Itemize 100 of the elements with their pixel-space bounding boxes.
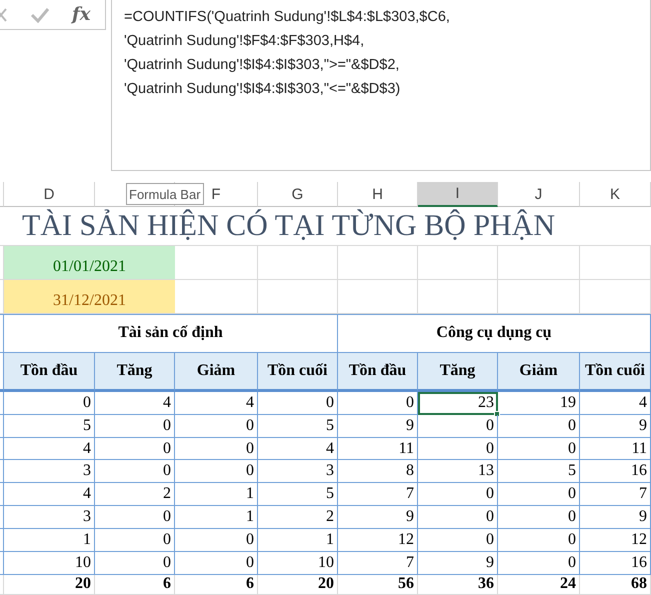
table-cell[interactable]: 0 xyxy=(418,438,498,460)
table-cell[interactable]: 0 xyxy=(95,552,175,576)
table-cell[interactable]: 13 xyxy=(418,460,498,484)
table-cell[interactable]: 0 xyxy=(4,392,95,415)
table-cell[interactable]: 0 xyxy=(498,438,580,460)
table-cell[interactable]: 4 xyxy=(258,438,338,460)
table-cell[interactable]: 0 xyxy=(95,414,175,438)
column-header[interactable]: G xyxy=(258,182,338,208)
table-cell[interactable]: 0 xyxy=(175,438,258,460)
column-heading: Tăng xyxy=(95,352,175,392)
table-cell[interactable]: 16 xyxy=(580,460,651,484)
table-cell[interactable]: 0 xyxy=(498,506,580,530)
table-cell[interactable]: 1 xyxy=(175,506,258,530)
table-cell[interactable]: 0 xyxy=(95,460,175,484)
empty-cell[interactable] xyxy=(498,246,580,280)
empty-cell[interactable] xyxy=(498,280,580,314)
column-heading: Giảm xyxy=(175,352,258,392)
table-cell[interactable]: 0 xyxy=(175,552,258,576)
table-cell[interactable]: 7 xyxy=(338,552,418,576)
table-cell[interactable]: 0 xyxy=(95,438,175,460)
empty-cell[interactable] xyxy=(418,246,498,280)
table-cell[interactable]: 2 xyxy=(95,483,175,506)
table-cell[interactable]: 8 xyxy=(338,460,418,484)
column-header[interactable]: D xyxy=(4,182,95,208)
table-cell[interactable]: 0 xyxy=(498,552,580,576)
table-cell[interactable]: 1 xyxy=(4,529,95,552)
table-cell[interactable]: 0 xyxy=(418,483,498,506)
table-cell[interactable]: 0 xyxy=(258,392,338,415)
table-cell[interactable]: 9 xyxy=(580,506,651,530)
table-cell[interactable]: 0 xyxy=(498,529,580,552)
table-cell[interactable]: 9 xyxy=(580,414,651,438)
table-cell[interactable]: 0 xyxy=(175,460,258,484)
table-cell[interactable]: 1 xyxy=(175,483,258,506)
table-cell[interactable]: 6 xyxy=(95,575,175,595)
sheet-title: TÀI SẢN HIỆN CÓ TẠI TỪNG BỘ PHẬN xyxy=(22,209,555,244)
table-cell[interactable]: 7 xyxy=(338,483,418,506)
column-heading: Giảm xyxy=(498,352,580,392)
table-cell[interactable]: 0 xyxy=(498,483,580,506)
table-cell[interactable]: 5 xyxy=(4,414,95,438)
table-cell[interactable]: 1 xyxy=(258,529,338,552)
table-cell[interactable]: 9 xyxy=(418,552,498,576)
column-heading: Tăng xyxy=(418,352,498,392)
table-cell[interactable]: 10 xyxy=(4,552,95,576)
table-cell[interactable]: 19 xyxy=(498,392,580,415)
table-cell[interactable]: 23 xyxy=(418,392,498,415)
table-cell[interactable]: 0 xyxy=(95,529,175,552)
empty-cell[interactable] xyxy=(418,280,498,314)
table-cell[interactable]: 16 xyxy=(580,552,651,576)
column-header[interactable]: H xyxy=(338,182,418,208)
table-cell[interactable]: 56 xyxy=(338,575,418,595)
function-icon[interactable]: fx xyxy=(72,4,90,25)
empty-cell[interactable] xyxy=(338,280,418,314)
table-cell[interactable]: 12 xyxy=(580,529,651,552)
table-cell[interactable]: 20 xyxy=(4,575,95,595)
table-cell[interactable]: 4 xyxy=(175,392,258,415)
table-cell[interactable]: 4 xyxy=(4,483,95,506)
table-cell[interactable]: 11 xyxy=(580,438,651,460)
table-cell[interactable]: 3 xyxy=(4,506,95,530)
column-header[interactable]: I xyxy=(418,182,498,208)
table-cell[interactable]: 0 xyxy=(175,414,258,438)
table-cell[interactable]: 0 xyxy=(418,414,498,438)
table-cell[interactable]: 0 xyxy=(418,506,498,530)
date-cell: 31/12/2021 xyxy=(4,280,175,314)
table-cell[interactable]: 5 xyxy=(258,414,338,438)
close-icon[interactable] xyxy=(0,8,8,22)
table-cell[interactable]: 0 xyxy=(498,414,580,438)
table-cell[interactable]: 0 xyxy=(175,529,258,552)
table-cell[interactable]: 11 xyxy=(338,438,418,460)
empty-cell[interactable] xyxy=(338,246,418,280)
column-header[interactable]: K xyxy=(580,182,651,208)
empty-cell[interactable] xyxy=(580,280,651,314)
empty-cell[interactable] xyxy=(258,280,338,314)
table-cell[interactable]: 0 xyxy=(95,506,175,530)
table-cell[interactable]: 2 xyxy=(258,506,338,530)
table-cell[interactable]: 10 xyxy=(258,552,338,576)
table-cell[interactable]: 24 xyxy=(498,575,580,595)
table-cell[interactable]: 12 xyxy=(338,529,418,552)
table-cell[interactable]: 5 xyxy=(498,460,580,484)
table-cell[interactable]: 4 xyxy=(95,392,175,415)
table-cell[interactable]: 3 xyxy=(258,460,338,484)
formula-field[interactable]: =COUNTIFS('Quatrinh Sudung'!$L$4:$L$303,$C6, 'Quatrinh Sudung'!$F$4:$F$303,H$4, 'Quatrinh Sudung'!$I$4:$I$303,">="&$D$2, 'Quatrinh Sudung'!$I$4:$I$303,"<="&$D$3) xyxy=(111,0,651,172)
table-cell[interactable]: 68 xyxy=(580,575,651,595)
empty-cell[interactable] xyxy=(258,246,338,280)
table-cell[interactable]: 0 xyxy=(338,392,418,415)
table-cell[interactable]: 9 xyxy=(338,414,418,438)
empty-cell[interactable] xyxy=(580,246,651,280)
column-header[interactable]: J xyxy=(498,182,580,208)
table-cell[interactable]: 9 xyxy=(338,506,418,530)
table-cell[interactable]: 20 xyxy=(258,575,338,595)
fill-handle[interactable] xyxy=(494,410,500,417)
table-cell[interactable]: 36 xyxy=(418,575,498,595)
table-cell[interactable]: 3 xyxy=(4,460,95,484)
table-cell[interactable]: 5 xyxy=(258,483,338,506)
table-cell[interactable]: 4 xyxy=(580,392,651,415)
table-cell[interactable]: 4 xyxy=(4,438,95,460)
table-cell[interactable]: 7 xyxy=(580,483,651,506)
table-cell[interactable]: 6 xyxy=(175,575,258,595)
checkmark-icon[interactable] xyxy=(30,6,50,22)
column-heading: Tồn cuối xyxy=(258,352,338,392)
table-cell[interactable]: 0 xyxy=(418,529,498,552)
